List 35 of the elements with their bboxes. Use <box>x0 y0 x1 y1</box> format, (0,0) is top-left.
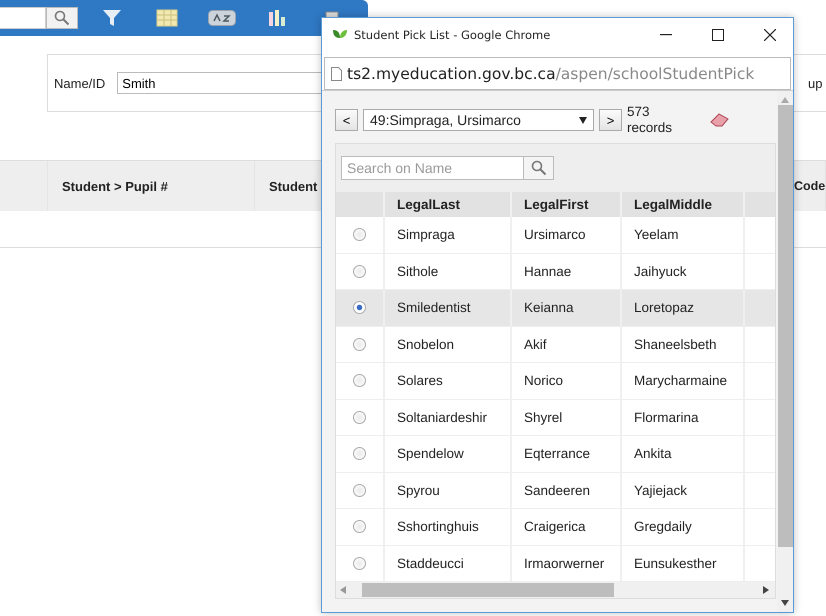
record-count: 573 records <box>627 104 674 136</box>
radio-button[interactable] <box>353 301 366 314</box>
search-button[interactable] <box>46 7 78 29</box>
radio-button[interactable] <box>353 520 366 534</box>
radio-button[interactable] <box>353 338 366 351</box>
name-id-label: Name/ID <box>54 76 106 90</box>
url-text[interactable]: ts2.myeducation.gov.bc.ca/aspen/schoolStudentPick <box>347 64 754 82</box>
scroll-up-icon[interactable] <box>781 97 789 103</box>
record-dropdown[interactable]: 49:Simpraga, Ursimarco <box>363 109 594 131</box>
next-button[interactable]: > <box>599 109 622 131</box>
scroll-left-icon[interactable] <box>340 586 346 594</box>
radio-button[interactable] <box>353 374 366 388</box>
page-icon <box>331 66 342 80</box>
scroll-down-icon[interactable] <box>781 600 789 606</box>
maximize-icon <box>712 28 724 40</box>
group-label: up <box>808 76 822 91</box>
close-icon <box>764 28 776 40</box>
window-title: Student Pick List - Google Chrome <box>354 28 552 42</box>
search-field[interactable] <box>0 7 46 29</box>
radio-button[interactable] <box>353 447 366 460</box>
radio-button[interactable] <box>353 264 366 278</box>
dropdown-arrow-icon <box>579 116 587 124</box>
search-button[interactable] <box>524 156 554 180</box>
radio-button[interactable] <box>353 484 366 497</box>
search-field[interactable]: Search on Name <box>341 156 524 180</box>
scroll-right-icon[interactable] <box>763 586 769 594</box>
search-icon <box>54 10 70 26</box>
minimize-icon <box>660 34 672 36</box>
radio-button[interactable] <box>353 228 366 242</box>
radio-button[interactable] <box>353 410 366 424</box>
radio-button[interactable] <box>353 556 366 570</box>
previous-button[interactable]: < <box>335 109 358 131</box>
search-icon <box>530 160 546 176</box>
eraser-icon[interactable] <box>710 113 730 127</box>
column-header[interactable]: Student > Pupil # <box>48 161 255 211</box>
